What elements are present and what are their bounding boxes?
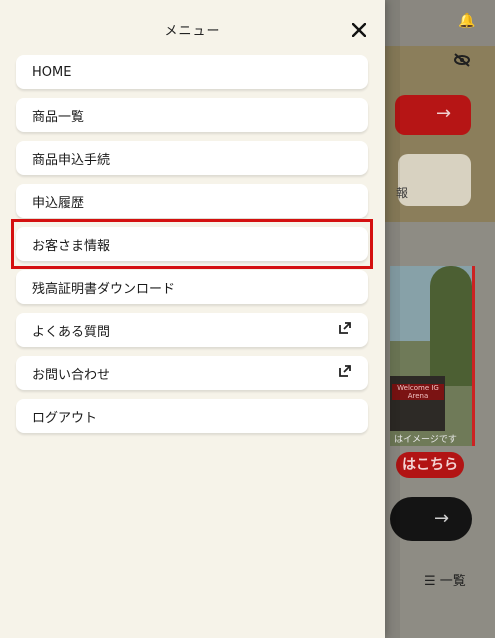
menu-item-label: お問い合わせ: [32, 367, 111, 383]
banner-link-button[interactable]: はこちら: [396, 452, 464, 478]
menu-item-label: ログアウト: [32, 410, 98, 426]
list-icon: ☰: [424, 574, 436, 589]
banner-trees: [430, 266, 472, 386]
close-button[interactable]: [345, 16, 373, 44]
close-icon: [352, 23, 366, 37]
list-label: 一覧: [439, 574, 466, 589]
banner-caption: はイメージです: [394, 435, 457, 445]
dark-action-button[interactable]: [390, 497, 472, 541]
menu-item-label: 申込履歴: [32, 195, 85, 211]
menu-item-label: よくある質問: [32, 324, 111, 340]
info-card[interactable]: [398, 154, 471, 206]
menu-item[interactable]: よくある質問: [16, 313, 368, 347]
drawer-title: メニュー: [164, 24, 221, 39]
menu-item[interactable]: 残高証明書ダウンロード: [16, 270, 368, 304]
menu-item[interactable]: お問い合わせ: [16, 356, 368, 390]
menu-item-label: 残高証明書ダウンロード: [32, 281, 176, 297]
arrow-right-icon: →: [434, 508, 450, 529]
menu-item[interactable]: HOME: [16, 55, 368, 89]
external-link-icon: [338, 321, 352, 339]
eye-off-icon[interactable]: [453, 52, 471, 71]
menu-item[interactable]: 商品一覧: [16, 98, 368, 132]
menu-item-label: お客さま情報: [32, 238, 111, 254]
arrow-right-icon: →: [436, 103, 452, 124]
menu-item[interactable]: ログアウト: [16, 399, 368, 433]
app-header: [385, 0, 495, 46]
menu-item-label: 商品申込手続: [32, 152, 111, 168]
menu-list: HOME 商品一覧商品申込手続 申込履歴お客さま情報残高証明書ダウンロード よくある質…: [16, 55, 368, 442]
external-link-icon: [338, 364, 352, 382]
primary-action-button[interactable]: [395, 95, 471, 135]
bell-icon[interactable]: 🔔: [458, 13, 475, 29]
banner-image[interactable]: Welcome IG Arena はイメージです: [390, 266, 475, 446]
menu-item[interactable]: 申込履歴: [16, 184, 368, 218]
list-link[interactable]: ☰ 一覧: [424, 570, 466, 589]
drawer-header: メニュー: [0, 0, 385, 58]
overlay-edge: [385, 0, 400, 638]
menu-item-label: HOME: [32, 64, 72, 80]
menu-item[interactable]: お客さま情報: [16, 227, 368, 261]
side-menu-drawer: メニュー HOME 商品一覧商品申込手続 申込履歴お客さま情報残高証明書ダウンロード…: [0, 0, 385, 638]
menu-item[interactable]: 商品申込手続: [16, 141, 368, 175]
menu-item-label: 商品一覧: [32, 109, 85, 125]
